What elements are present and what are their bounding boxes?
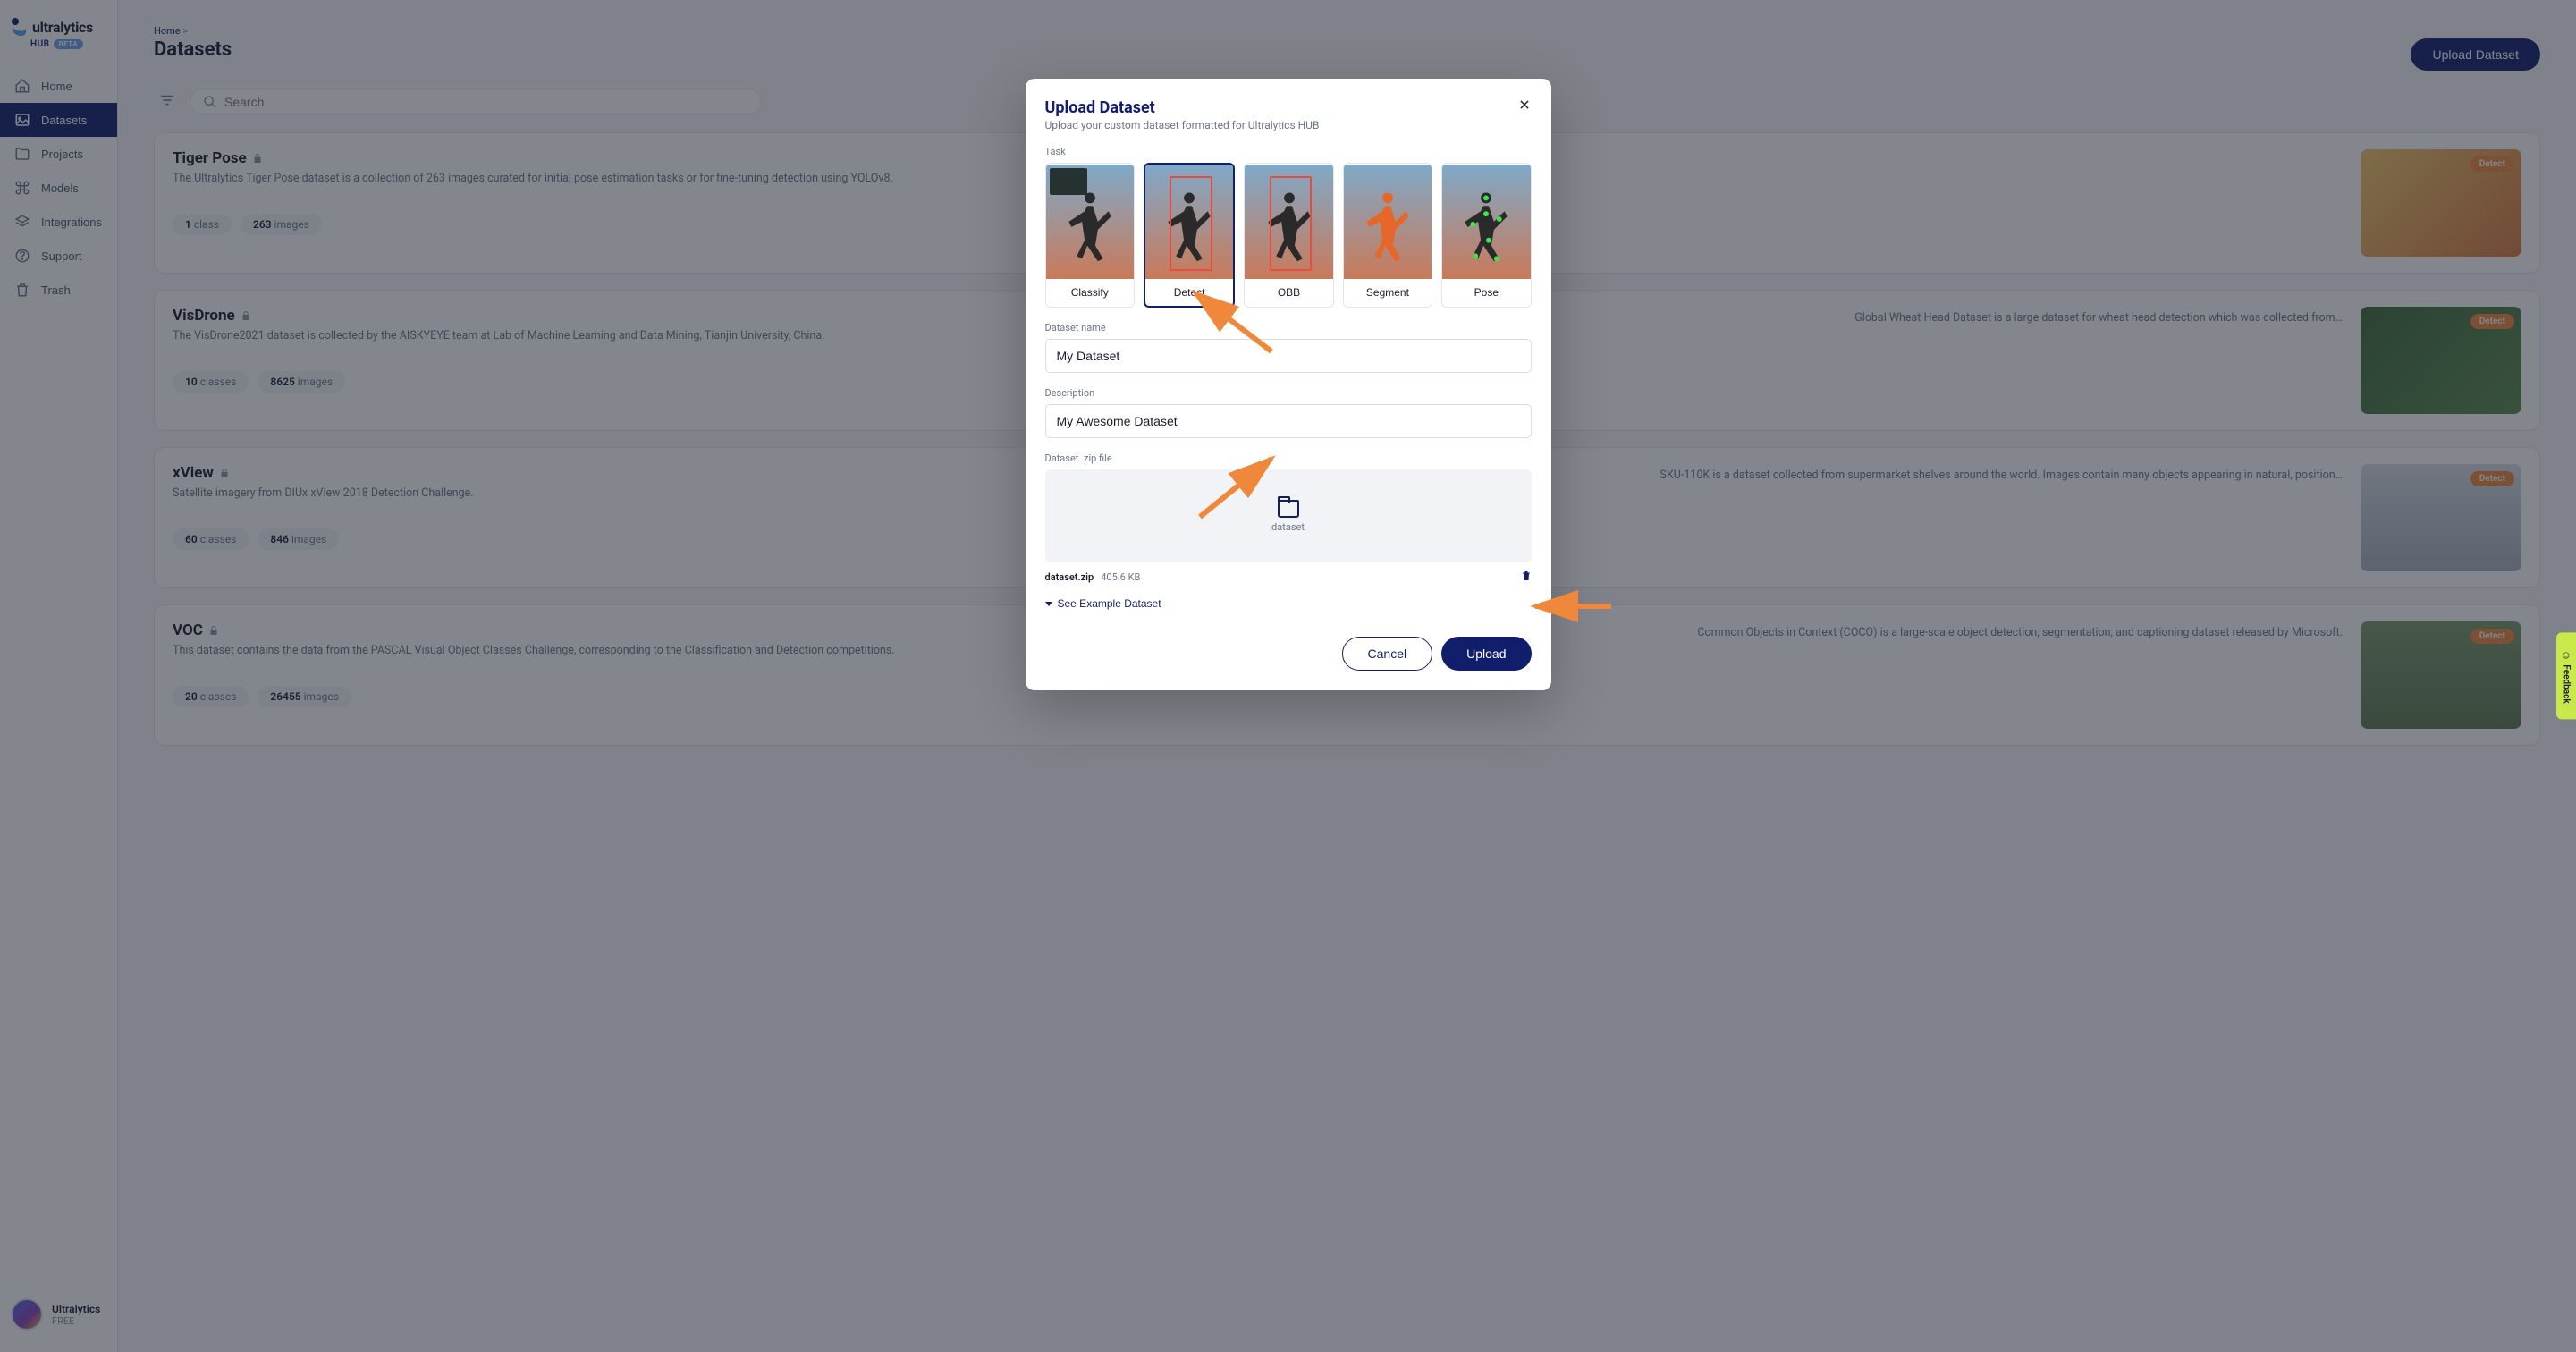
- task-label: Task: [1045, 146, 1532, 157]
- trash-icon: [1521, 570, 1532, 582]
- close-button[interactable]: [1514, 95, 1535, 116]
- task-obb[interactable]: OBB: [1244, 163, 1333, 308]
- description-label: Description: [1045, 387, 1532, 399]
- task-pose[interactable]: Pose: [1441, 163, 1531, 308]
- feedback-tab[interactable]: Feedback: [2556, 632, 2576, 719]
- close-icon: [1518, 98, 1531, 111]
- dataset-name-input[interactable]: [1045, 339, 1532, 373]
- annotation-arrow-icon: [1526, 597, 1616, 619]
- cancel-button[interactable]: Cancel: [1342, 637, 1433, 671]
- file-size: 405.6 KB: [1101, 571, 1140, 583]
- zip-label: Dataset .zip file: [1045, 452, 1532, 464]
- caret-down-icon: [1045, 602, 1052, 606]
- file-name: dataset.zip: [1045, 571, 1094, 583]
- remove-file-button[interactable]: [1521, 570, 1532, 585]
- folder-upload-icon: [1278, 500, 1299, 518]
- description-input[interactable]: [1045, 404, 1532, 438]
- file-info-row: dataset.zip 405.6 KB: [1045, 570, 1532, 585]
- task-segment[interactable]: Segment: [1343, 163, 1432, 308]
- modal-overlay: Upload Dataset Upload your custom datase…: [0, 0, 2576, 1352]
- name-label: Dataset name: [1045, 322, 1532, 334]
- upload-button[interactable]: Upload: [1441, 637, 1531, 671]
- file-dropzone[interactable]: dataset: [1045, 469, 1532, 562]
- task-selector: Classify Detect OBB Segment Pose: [1045, 163, 1532, 308]
- modal-subtitle: Upload your custom dataset formatted for…: [1045, 119, 1532, 131]
- see-example-link[interactable]: See Example Dataset: [1045, 597, 1161, 610]
- modal-title: Upload Dataset: [1045, 98, 1532, 117]
- upload-dataset-modal: Upload Dataset Upload your custom datase…: [1026, 79, 1551, 690]
- task-classify[interactable]: Classify: [1045, 163, 1135, 308]
- task-detect[interactable]: Detect: [1144, 163, 1235, 308]
